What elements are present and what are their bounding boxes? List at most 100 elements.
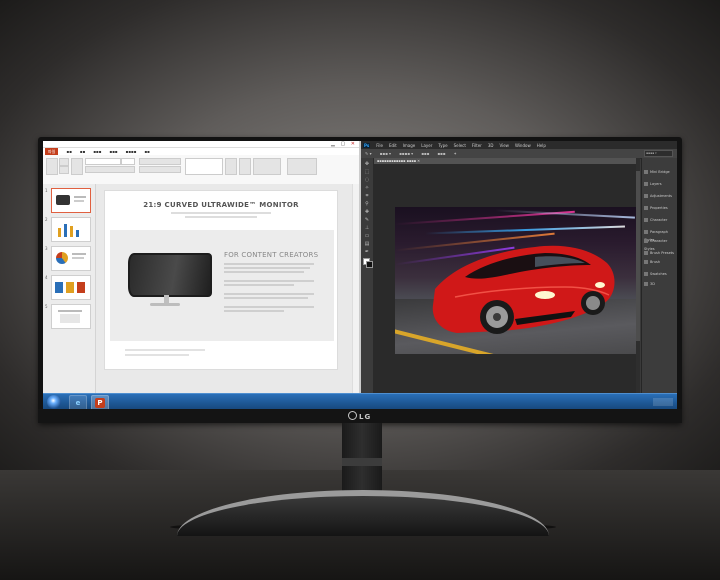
- properties-icon: [644, 206, 648, 210]
- slide-thumbnail[interactable]: [51, 275, 91, 300]
- swatches-icon: [644, 272, 648, 276]
- lasso-tool-icon[interactable]: ◌: [364, 177, 370, 183]
- powerpoint-icon: P: [95, 398, 105, 408]
- mode-select[interactable]: ▪▪▪▪ ▾: [399, 151, 413, 156]
- quick-styles-button[interactable]: [239, 158, 251, 175]
- eyedropper-tool-icon[interactable]: ⚲: [364, 201, 370, 207]
- panel-swatches[interactable]: Swatches: [644, 270, 677, 278]
- font-size-select[interactable]: [121, 158, 135, 165]
- lg-logo: LG: [348, 411, 371, 421]
- character-styles-icon: [644, 239, 648, 243]
- brush-tool-icon[interactable]: ✎ ▾: [365, 151, 372, 156]
- shapes-gallery[interactable]: [185, 158, 223, 175]
- panel-3d[interactable]: 3D: [644, 280, 677, 288]
- monitor-stand-joint: [342, 458, 382, 466]
- slide-title: 21:9 CURVED ULTRAWIDE™ MONITOR: [143, 201, 299, 209]
- panel-mini-bridge[interactable]: Mini Bridge: [644, 168, 677, 176]
- slide-editor[interactable]: 21:9 CURVED ULTRAWIDE™ MONITOR FOR CONTE…: [96, 184, 359, 393]
- eraser-tool-icon[interactable]: ▭: [364, 233, 370, 239]
- healing-tool-icon[interactable]: ✚: [364, 209, 370, 215]
- panel-character-styles[interactable]: Character Styles: [644, 237, 677, 251]
- ribbon-button[interactable]: [59, 158, 69, 166]
- ppt-tab[interactable]: ▪▪▪: [93, 149, 101, 154]
- ppt-file-tab[interactable]: 파일: [45, 148, 59, 155]
- brush-icon: [644, 260, 648, 264]
- car-image[interactable]: [395, 207, 639, 354]
- background-color-swatch[interactable]: [366, 261, 373, 268]
- ppt-tab[interactable]: ▪▪: [144, 149, 149, 154]
- paste-button[interactable]: [46, 158, 58, 175]
- magic-wand-icon[interactable]: ✧: [364, 185, 370, 191]
- paragraph-buttons[interactable]: [139, 166, 181, 173]
- slide-thumbnail[interactable]: [51, 304, 91, 329]
- new-slide-button[interactable]: [71, 158, 83, 175]
- panel-adjustments[interactable]: Adjustments: [644, 192, 677, 200]
- shape-fill-buttons[interactable]: [253, 158, 281, 175]
- airbrush-icon[interactable]: ✦: [453, 151, 456, 156]
- ppt-tab[interactable]: ▪▪: [66, 149, 71, 154]
- marquee-tool-icon[interactable]: ⬚: [364, 169, 370, 175]
- slide-content-panel: FOR CONTENT CREATORS: [110, 230, 334, 341]
- format-buttons[interactable]: [85, 166, 135, 173]
- menu-3d[interactable]: 3D: [488, 143, 494, 148]
- menu-type[interactable]: Type: [438, 143, 447, 148]
- character-icon: [644, 218, 648, 222]
- text-line: [224, 306, 314, 308]
- current-slide[interactable]: 21:9 CURVED ULTRAWIDE™ MONITOR FOR CONTE…: [104, 190, 338, 370]
- text-line: [224, 293, 314, 295]
- menu-layer[interactable]: Layer: [421, 143, 432, 148]
- taskbar-ie-button[interactable]: e: [69, 395, 87, 409]
- ps-scrollbar-thumb[interactable]: [636, 171, 640, 341]
- arrange-button[interactable]: [225, 158, 237, 175]
- workspace-select[interactable]: ▪▪▪▪ ▾: [644, 150, 673, 157]
- brush-tool-icon[interactable]: ✎: [364, 217, 370, 223]
- ps-menu-bar: Ps File Edit Image Layer Type Select Fil…: [361, 141, 677, 149]
- close-icon[interactable]: ✕: [351, 141, 357, 147]
- slide-thumbnail[interactable]: [51, 188, 91, 213]
- ppt-tab[interactable]: ▪▪▪▪: [126, 149, 137, 154]
- panel-character[interactable]: Character: [644, 216, 677, 224]
- slide-subtitle-line: [185, 216, 257, 218]
- gradient-tool-icon[interactable]: ▤: [364, 241, 370, 247]
- start-button[interactable]: [47, 395, 61, 409]
- crop-tool-icon[interactable]: ⌗: [364, 193, 370, 199]
- panel-brush-presets[interactable]: Brush Presets: [644, 249, 677, 257]
- taskbar-powerpoint-button[interactable]: P: [91, 395, 109, 409]
- flow-field[interactable]: ▪▪▪: [437, 151, 445, 156]
- find-replace-buttons[interactable]: [287, 158, 317, 175]
- adjustments-icon: [644, 194, 648, 198]
- menu-help[interactable]: Help: [537, 143, 546, 148]
- thumbnail-number: 5: [45, 304, 48, 309]
- text-line: [224, 310, 284, 312]
- panel-brush[interactable]: Brush: [644, 258, 677, 266]
- menu-window[interactable]: Window: [515, 143, 531, 148]
- slide-thumbnail[interactable]: [51, 246, 91, 271]
- window-controls[interactable]: ▁ ▢ ✕: [331, 141, 357, 147]
- ps-document-area[interactable]: ▪▪▪▪▪▪▪▪▪▪▪▪ ▪▪▪▪ ✕: [374, 158, 639, 393]
- paragraph-buttons[interactable]: [139, 158, 181, 165]
- menu-edit[interactable]: Edit: [389, 143, 397, 148]
- ppt-scrollbar[interactable]: [352, 184, 359, 393]
- panel-layers[interactable]: Layers: [644, 180, 677, 188]
- slide-thumbnail[interactable]: [51, 217, 91, 242]
- panel-paragraph-styles[interactable]: Paragraph Styles: [644, 228, 677, 242]
- ppt-tab[interactable]: ▪▪: [80, 149, 85, 154]
- menu-view[interactable]: View: [499, 143, 509, 148]
- pen-tool-icon[interactable]: ✒: [364, 249, 370, 255]
- ps-logo: Ps: [363, 142, 371, 148]
- opacity-field[interactable]: ▪▪▪: [421, 151, 429, 156]
- menu-image[interactable]: Image: [403, 143, 416, 148]
- text-line: [224, 271, 304, 273]
- ppt-tab[interactable]: ▪▪▪: [109, 149, 117, 154]
- menu-select[interactable]: Select: [454, 143, 466, 148]
- document-tab[interactable]: ▪▪▪▪▪▪▪▪▪▪▪▪ ▪▪▪▪ ✕: [374, 158, 636, 164]
- menu-file[interactable]: File: [376, 143, 383, 148]
- ribbon-button[interactable]: [59, 166, 69, 174]
- move-tool-icon[interactable]: ✥: [364, 161, 370, 167]
- brush-size-select[interactable]: ▪▪▪ ▾: [380, 151, 391, 156]
- font-select[interactable]: [85, 158, 121, 165]
- menu-filter[interactable]: Filter: [472, 143, 482, 148]
- system-tray[interactable]: [653, 398, 673, 406]
- panel-properties[interactable]: Properties: [644, 204, 677, 212]
- stamp-tool-icon[interactable]: ⊥: [364, 225, 370, 231]
